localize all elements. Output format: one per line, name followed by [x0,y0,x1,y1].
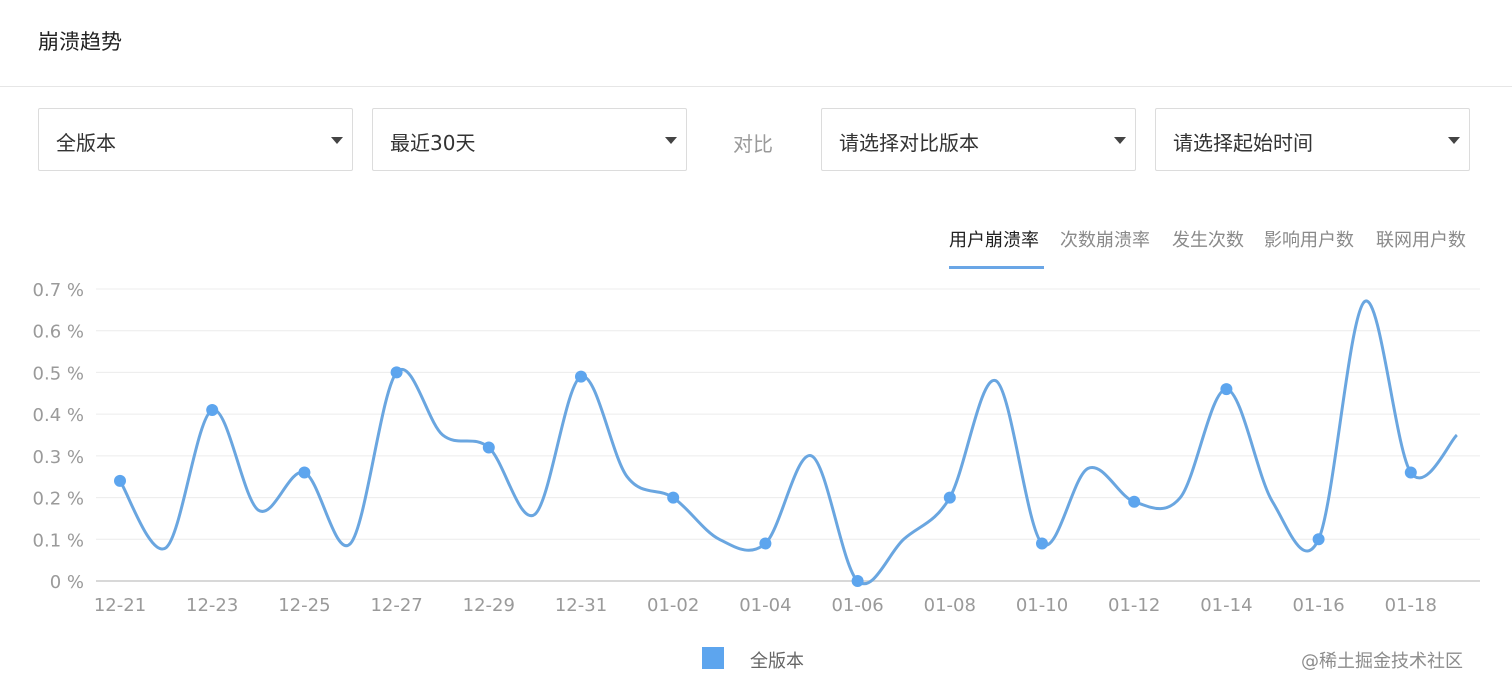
y-tick-label: 0.7 % [33,280,84,301]
tab-count-crash-rate[interactable]: 次数崩溃率 [1060,226,1150,252]
tab-online-users[interactable]: 联网用户数 [1376,226,1466,252]
x-tick-label: 01-12 [1108,595,1160,616]
y-tick-label: 0.2 % [33,489,84,510]
grid [96,288,1480,582]
metric-tabs: 用户崩溃率 次数崩溃率 发生次数 影响用户数 联网用户数 [0,226,1512,272]
data-point[interactable] [482,441,495,454]
x-tick-label: 01-08 [924,595,976,616]
data-point[interactable] [114,474,126,487]
x-axis-labels: 12-21 12-23 12-25 12-27 12-29 12-31 01-02 01-04… [94,595,1437,616]
x-tick-label: 01-18 [1385,595,1437,616]
tab-affected-users[interactable]: 影响用户数 [1264,226,1354,252]
y-tick-label: 0.5 % [33,363,84,384]
y-tick-label: 0.6 % [33,322,84,343]
start-time-select[interactable]: 请选择起始时间 [1155,108,1470,171]
x-tick-label: 01-10 [1016,595,1068,616]
tab-occurrences[interactable]: 发生次数 [1172,226,1244,252]
data-point[interactable] [1036,537,1048,550]
version-select[interactable]: 全版本 [38,108,353,171]
header: 崩溃趋势 [0,0,1512,87]
data-point[interactable] [943,491,956,504]
page-title: 崩溃趋势 [38,30,122,54]
series-line [118,299,1459,586]
tab-user-crash-rate[interactable]: 用户崩溃率 [949,226,1039,252]
caret-down-icon [1448,137,1460,144]
range-select-value: 最近30天 [390,131,476,155]
data-point[interactable] [298,466,311,479]
compare-version-placeholder: 请选择对比版本 [839,131,979,155]
crash-trend-chart: 0 % 0.1 % 0.2 % 0.3 % 0.4 % 0.5 % 0.6 % 0.7 % 1… [33,280,1480,616]
range-select[interactable]: 最近30天 [372,108,687,171]
data-point[interactable] [390,366,403,379]
caret-down-icon [331,137,343,144]
y-tick-label: 0.3 % [33,447,84,468]
y-tick-label: 0 % [50,572,84,593]
x-tick-label: 01-04 [739,595,791,616]
compare-version-select[interactable]: 请选择对比版本 [821,108,1136,171]
x-tick-label: 01-06 [831,595,883,616]
legend-label: 全版本 [750,651,804,672]
data-point[interactable] [1312,533,1325,546]
data-point[interactable] [1404,466,1417,479]
data-point[interactable] [851,575,864,587]
x-tick-label: 12-29 [463,595,515,616]
start-time-placeholder: 请选择起始时间 [1173,131,1313,155]
data-point[interactable] [1128,495,1141,508]
x-tick-label: 12-31 [555,595,607,616]
data-point[interactable] [206,403,219,416]
data-point[interactable] [1220,383,1233,396]
y-axis-labels: 0 % 0.1 % 0.2 % 0.3 % 0.4 % 0.5 % 0.6 % 0.7 % [33,280,84,593]
version-select-value: 全版本 [56,131,116,155]
y-tick-label: 0.1 % [33,530,84,551]
x-tick-label: 12-21 [94,595,146,616]
legend-swatch [702,647,724,669]
x-tick-label: 01-14 [1200,595,1252,616]
x-tick-label: 01-02 [647,595,699,616]
watermark: @稀土掘金技术社区 [1301,651,1463,672]
y-tick-label: 0.4 % [33,405,84,426]
caret-down-icon [665,137,677,144]
data-point[interactable] [759,537,772,550]
x-tick-label: 12-23 [186,595,238,616]
active-tab-indicator [949,266,1044,269]
x-tick-label: 01-16 [1292,595,1344,616]
compare-label: 对比 [733,132,773,156]
caret-down-icon [1114,137,1126,144]
data-point[interactable] [575,370,587,383]
x-tick-label: 12-25 [278,595,330,616]
data-point[interactable] [667,491,680,504]
x-tick-label: 12-27 [370,595,422,616]
